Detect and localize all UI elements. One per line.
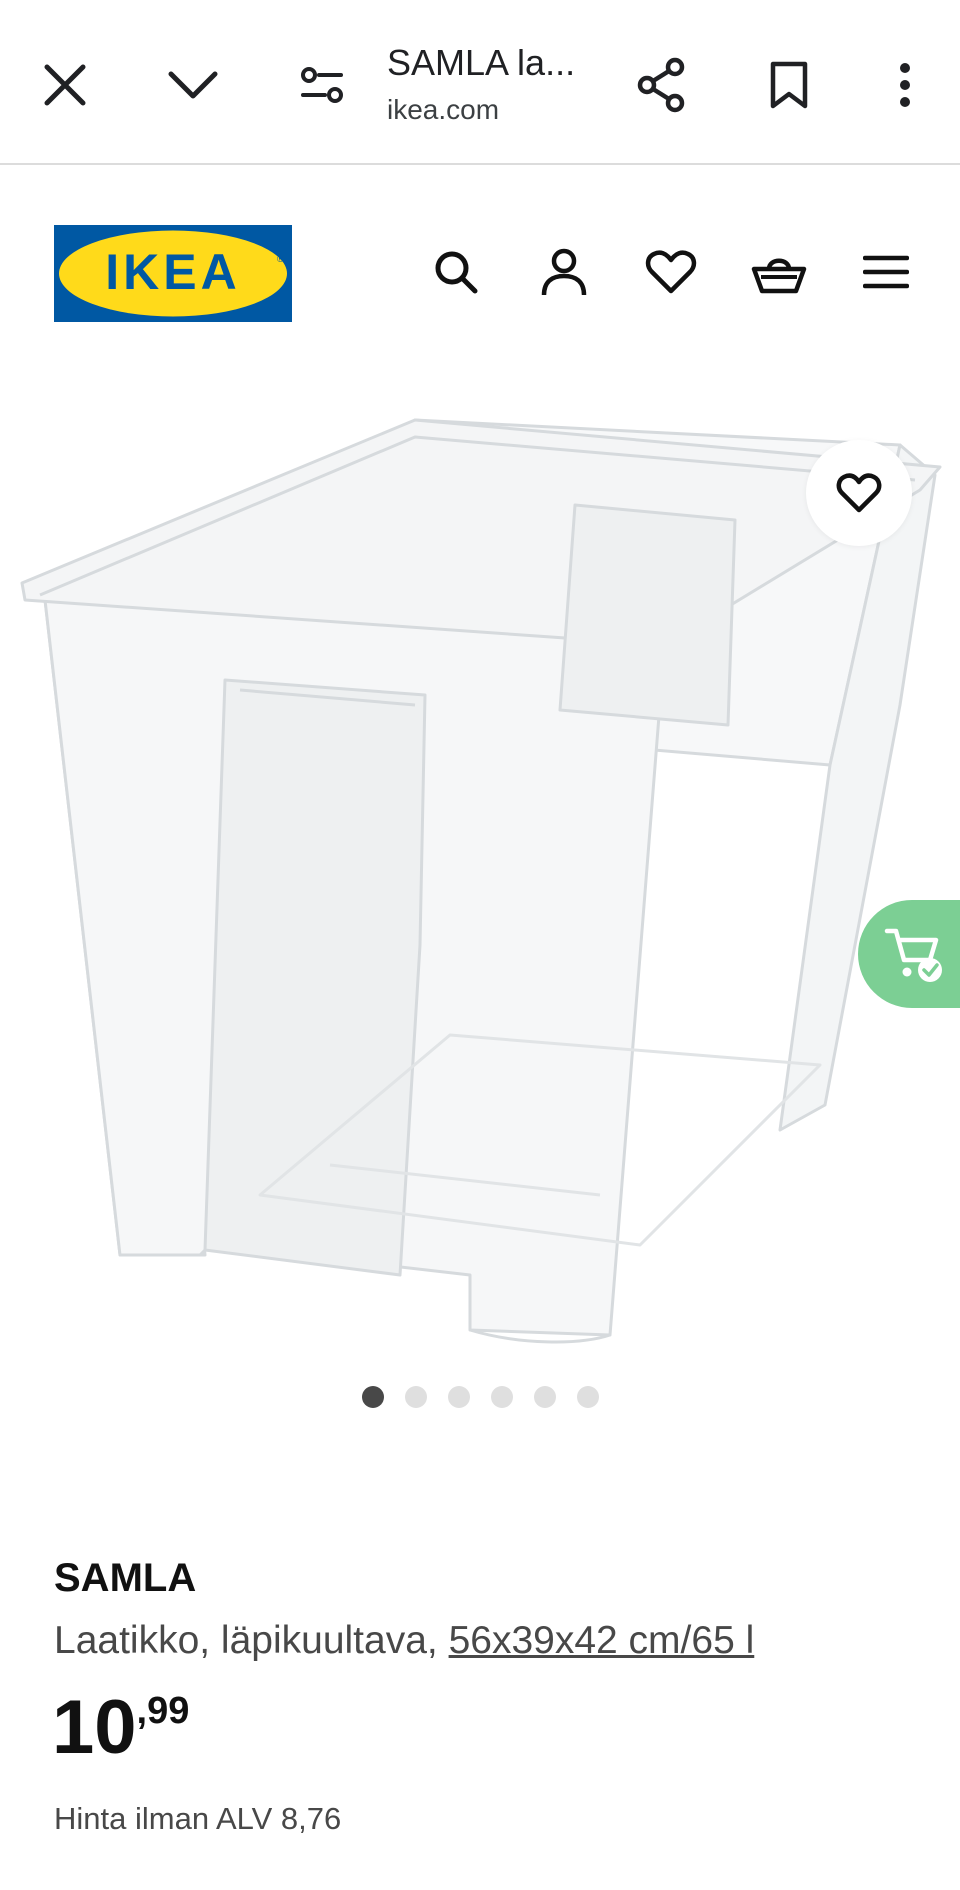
product-dimensions-link[interactable]: 56x39x42 cm/65 l [449,1619,755,1662]
price-integer: 10 [52,1685,137,1770]
carousel-dot[interactable] [361,1386,384,1408]
tune-icon [301,67,343,103]
added-to-cart-button[interactable] [858,900,960,1008]
browser-toolbar: SAMLA la... ikea.com [0,0,960,165]
product-price: 10,99 [52,1690,189,1766]
share-button[interactable] [616,40,706,130]
user-icon [541,248,587,296]
heart-icon [645,250,697,294]
carousel-dot[interactable] [576,1386,599,1408]
product-name: SAMLA [54,1556,197,1600]
more-options-button[interactable] [860,40,950,130]
chevron-down-icon [168,71,218,99]
logo-text: IKEA [105,244,240,300]
basket-button[interactable] [744,237,814,307]
basket-icon [751,258,807,294]
svg-text:®: ® [277,254,284,264]
site-settings-button[interactable] [277,40,367,130]
wishlist-button[interactable] [636,237,706,307]
search-button[interactable] [421,237,491,307]
price-without-vat: Hinta ilman ALV 8,76 [54,1801,342,1836]
product-type: Laatikko, läpikuultava, [54,1619,449,1662]
bookmark-button[interactable] [744,40,834,130]
site-header: IKEA ® [0,165,960,345]
page-info[interactable]: SAMLA la... ikea.com [387,40,617,130]
ikea-logo[interactable]: IKEA ® [54,225,292,322]
add-to-favorites-button[interactable] [806,440,912,546]
more-vert-icon [900,63,910,107]
url-text: ikea.com [387,94,500,125]
menu-button[interactable] [851,237,921,307]
close-icon [44,64,86,106]
carousel-dot[interactable] [533,1386,556,1408]
share-icon [637,57,685,113]
cart-check-icon [884,928,942,982]
tab-title: SAMLA la... [387,42,576,83]
close-tab-button[interactable] [20,40,110,130]
carousel-dot[interactable] [447,1386,470,1408]
account-button[interactable] [529,237,599,307]
hamburger-menu-icon [863,255,909,289]
heart-icon [836,473,882,513]
carousel-dot[interactable] [404,1386,427,1408]
image-carousel-dots [0,1386,960,1410]
search-icon [435,251,478,294]
bookmark-icon [770,61,808,109]
collapse-button[interactable] [148,40,238,130]
carousel-dot[interactable] [490,1386,513,1408]
price-decimal: ,99 [136,1690,190,1732]
product-description: Laatikko, läpikuultava, 56x39x42 cm/65 l [54,1614,754,1668]
